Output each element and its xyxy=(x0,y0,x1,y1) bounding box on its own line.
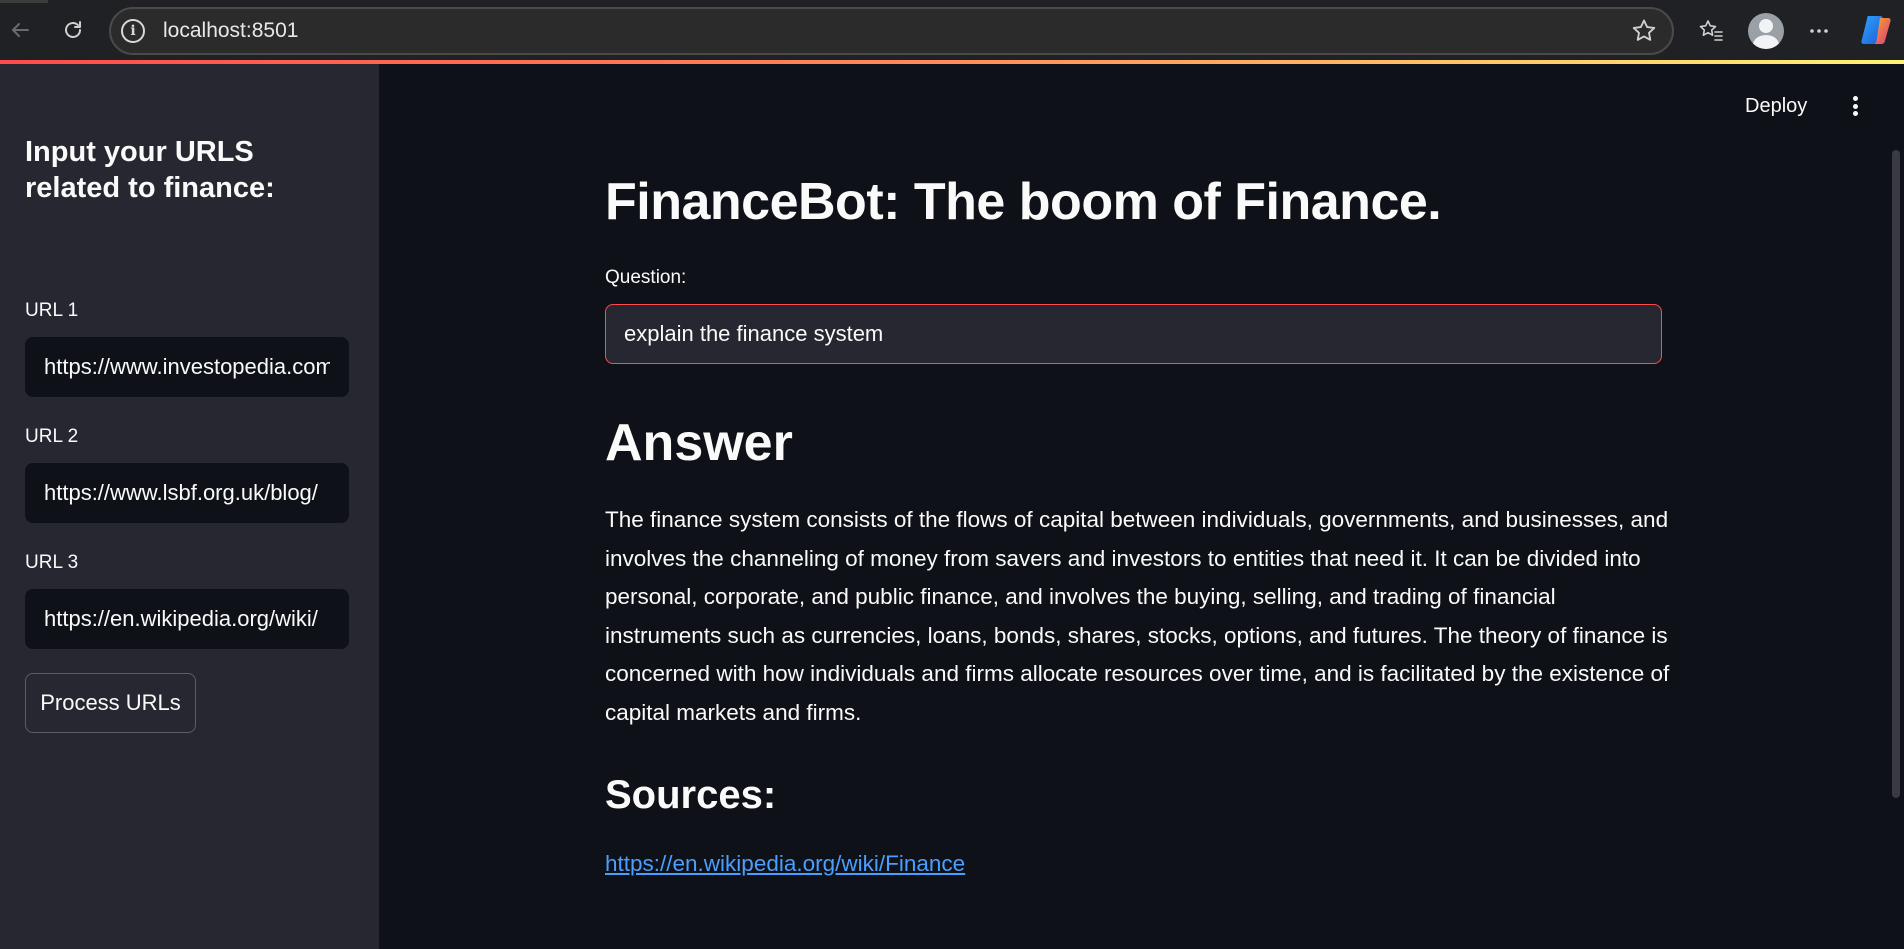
star-icon[interactable] xyxy=(1630,17,1658,45)
url3-label: URL 3 xyxy=(25,552,79,573)
source-link[interactable]: https://en.wikipedia.org/wiki/Finance xyxy=(605,851,965,877)
reload-icon[interactable] xyxy=(55,12,91,48)
answer-text: The finance system consists of the flows… xyxy=(605,507,1670,725)
avatar-shoulders xyxy=(1753,35,1779,49)
menu-dot xyxy=(1852,111,1858,116)
url2-input[interactable] xyxy=(25,463,349,523)
question-label: Question: xyxy=(605,267,687,288)
more-icon[interactable] xyxy=(1801,13,1837,49)
address-bar[interactable]: i localhost:8501 xyxy=(109,7,1674,55)
profile-avatar[interactable] xyxy=(1748,13,1784,49)
process-urls-button[interactable]: Process URLs xyxy=(25,673,196,733)
copilot-icon[interactable] xyxy=(1858,12,1894,48)
main-menu-icon[interactable] xyxy=(1846,92,1864,120)
url3-input[interactable] xyxy=(25,589,349,649)
info-icon[interactable]: i xyxy=(121,19,145,43)
url1-input[interactable] xyxy=(25,337,349,397)
main-scrollbar[interactable] xyxy=(1892,150,1900,798)
browser-toolbar: i localhost:8501 xyxy=(0,0,1904,62)
menu-dot xyxy=(1852,96,1858,101)
question-input[interactable] xyxy=(605,304,1662,364)
sources-heading: Sources: xyxy=(605,773,777,817)
address-text: localhost:8501 xyxy=(163,19,299,42)
sidebar-heading: Input your URLS related to finance: xyxy=(25,136,275,204)
avatar-head xyxy=(1759,19,1773,33)
back-arrow-icon[interactable] xyxy=(2,12,38,48)
favorites-icon[interactable] xyxy=(1693,13,1729,49)
url2-label: URL 2 xyxy=(25,426,79,447)
deploy-button[interactable]: Deploy xyxy=(1745,91,1807,121)
answer-heading: Answer xyxy=(605,414,793,472)
page-title: FinanceBot: The boom of Finance. xyxy=(605,173,1442,231)
url1-label: URL 1 xyxy=(25,300,79,321)
tab-strip-accent xyxy=(0,0,48,3)
menu-dot xyxy=(1852,103,1858,109)
